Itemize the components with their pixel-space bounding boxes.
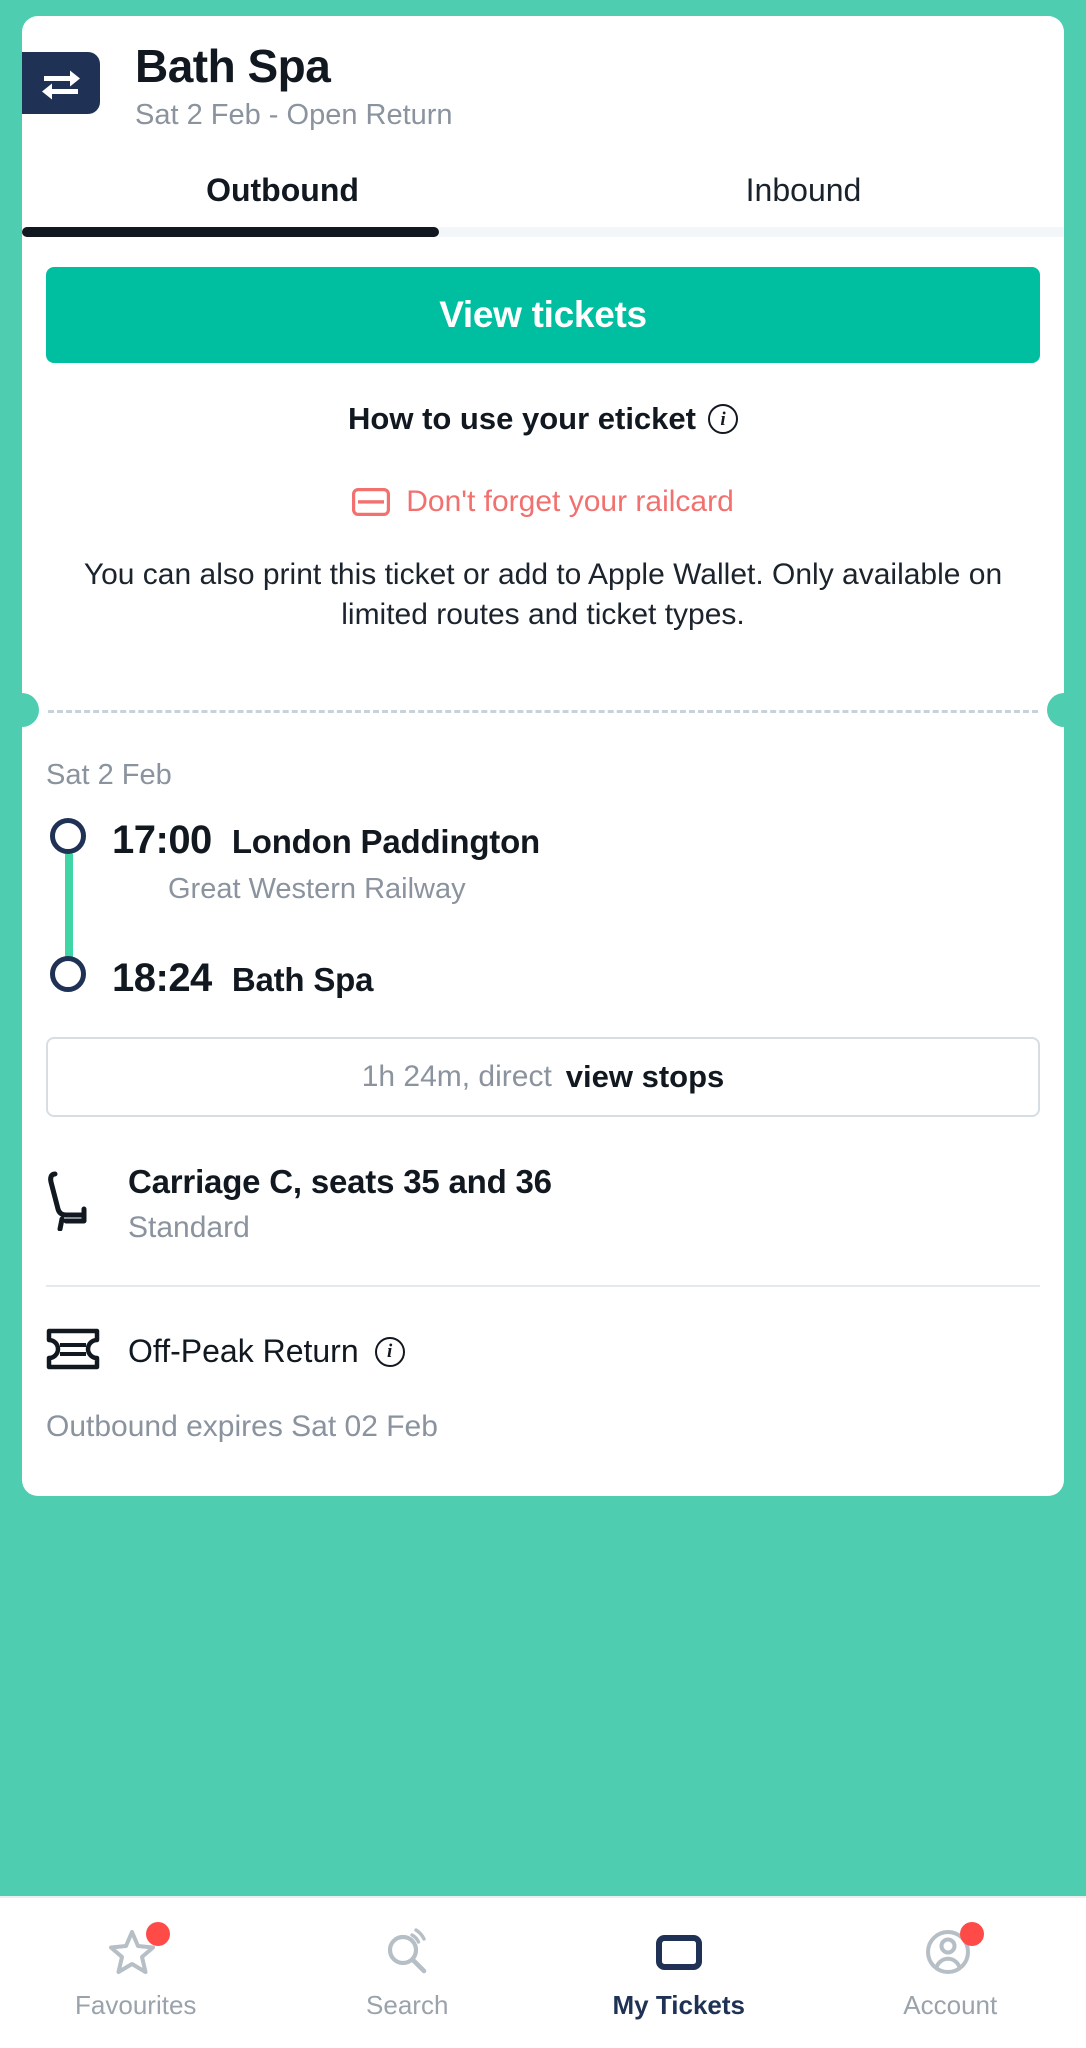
train-operator: Great Western Railway <box>168 873 466 906</box>
journey-subtitle: Sat 2 Feb - Open Return <box>135 99 453 132</box>
railcard-icon <box>352 488 391 517</box>
swap-arrows-icon <box>22 52 100 114</box>
journey-section: Sat 2 Feb 17:00 London Paddington Great … <box>22 743 1064 1001</box>
ticket-perforation <box>5 677 1081 743</box>
tickets-icon <box>651 1926 707 1978</box>
tab-outbound[interactable]: Outbound <box>22 172 543 227</box>
journey-leg-arrival: 18:24 Bath Spa <box>46 956 1040 1001</box>
eticket-section: View tickets How to use your eticket i D… <box>22 237 1064 635</box>
fare-type-row: Off-Peak Return i <box>22 1287 1064 1376</box>
tab-indicator-track <box>438 227 1064 238</box>
perforation-line <box>48 710 1038 714</box>
journey-date: Sat 2 Feb <box>46 759 172 792</box>
nav-item-favourites[interactable]: Favourites <box>0 1921 272 2021</box>
tab-inbound[interactable]: Inbound <box>543 172 1064 227</box>
seat-reservation-title: Carriage C, seats 35 and 36 <box>128 1163 552 1201</box>
print-note: You can also print this ticket or add to… <box>83 558 1003 632</box>
account-icon <box>922 1921 985 1978</box>
perforation-notch-left <box>5 693 39 728</box>
how-to-use-eticket[interactable]: How to use your eticket i <box>46 401 1040 437</box>
nav-label-favourites: Favourites <box>75 1989 197 2020</box>
nav-item-my-tickets[interactable]: My Tickets <box>543 1926 815 2021</box>
view-stops-link[interactable]: view stops <box>566 1059 725 1095</box>
seat-class: Standard <box>128 1211 250 1245</box>
railcard-warning-label: Don't forget your railcard <box>406 485 734 519</box>
journey-timeline: 17:00 London Paddington Great Western Ra… <box>46 818 1040 1001</box>
timeline-dot <box>50 818 86 855</box>
view-stops-bar[interactable]: 1h 24m, direct view stops <box>46 1037 1040 1118</box>
fare-type-label: Off-Peak Return <box>128 1333 359 1370</box>
ticket-expiry: Outbound expires Sat 02 Feb <box>46 1410 438 1444</box>
tab-indicator-active <box>22 227 439 238</box>
arrival-time: 18:24 <box>112 956 212 1001</box>
ticket-icon <box>46 1327 106 1376</box>
nav-label-search: Search <box>366 1989 449 2020</box>
notification-badge <box>960 1921 985 1946</box>
app-root: Bath Spa Sat 2 Feb - Open Return Outboun… <box>0 0 1086 2048</box>
bottom-navigation: Favourites Search My Tickets Account <box>0 1896 1086 2048</box>
railcard-warning: Don't forget your railcard <box>46 485 1040 519</box>
ticket-header: Bath Spa Sat 2 Feb - Open Return Outboun… <box>22 16 1064 238</box>
journey-duration: 1h 24m, direct <box>361 1060 552 1094</box>
search-icon <box>379 1926 435 1978</box>
how-to-use-eticket-label: How to use your eticket <box>348 401 696 437</box>
timeline-connector <box>65 854 73 973</box>
nav-label-my-tickets: My Tickets <box>612 1989 745 2020</box>
nav-item-account[interactable]: Account <box>815 1921 1086 2021</box>
journey-tabs: Outbound Inbound <box>22 172 1064 227</box>
arrival-station: Bath Spa <box>231 961 374 999</box>
departure-station: London Paddington <box>231 823 540 861</box>
perforation-notch-right <box>1047 693 1081 728</box>
star-icon <box>108 1921 170 1978</box>
departure-time: 17:00 <box>112 818 212 863</box>
seat-icon <box>46 1163 106 1236</box>
journey-leg-departure: 17:00 London Paddington <box>46 818 1040 973</box>
seat-reservation-row: Carriage C, seats 35 and 36 Standard <box>22 1117 1064 1245</box>
timeline-marker-arrival <box>46 956 112 993</box>
nav-label-account: Account <box>903 1989 998 2020</box>
timeline-marker-departure <box>46 818 112 973</box>
nav-item-search[interactable]: Search <box>272 1926 544 2021</box>
view-tickets-button[interactable]: View tickets <box>46 267 1040 364</box>
tab-indicator <box>22 227 1064 238</box>
page-title: Bath Spa <box>135 40 331 92</box>
info-icon[interactable]: i <box>374 1336 405 1367</box>
info-icon[interactable]: i <box>707 404 738 435</box>
ticket-card: Bath Spa Sat 2 Feb - Open Return Outboun… <box>5 16 1081 1497</box>
notification-badge <box>145 1921 170 1946</box>
timeline-dot <box>50 956 86 993</box>
